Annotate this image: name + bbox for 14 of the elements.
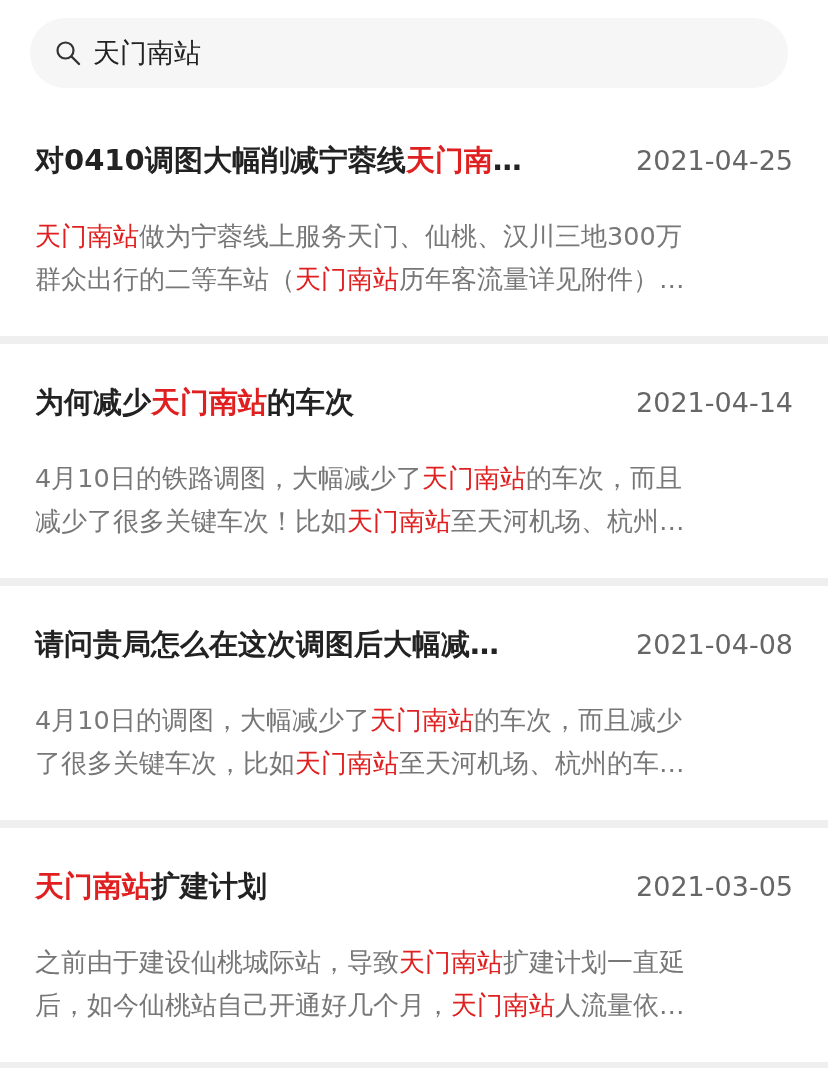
result-title[interactable]: 天门南站扩建计划 (35, 864, 267, 908)
result-title[interactable]: 对0410调图大幅削减宁蓉线天门南… (35, 138, 522, 182)
search-icon (55, 40, 81, 66)
result-date: 2021-04-25 (636, 144, 793, 176)
result-date: 2021-04-14 (636, 386, 793, 418)
result-title[interactable]: 请问贵局怎么在这次调图后大幅减… (35, 622, 499, 666)
result-snippet: 4月10日的铁路调图，大幅减少了天门南站的车次，而且 减少了很多关键车次！比如天门南站至天河机场、杭州… (35, 462, 686, 538)
result-title[interactable]: 为何减少天门南站的车次 (35, 380, 354, 424)
result-snippet: 4月10日的调图，大幅减少了天门南站的车次，而且减少 了很多关键车次，比如天门南站至天河机场、杭州的车… (35, 704, 686, 780)
result-date: 2021-03-05 (636, 870, 793, 902)
result-snippet: 天门南站做为宁蓉线上服务天门、仙桃、汉川三地300万 群众出行的二等车站（天门南站历年客流量详见附件）… (35, 220, 686, 296)
search-field[interactable]: 天门南站 (30, 18, 788, 88)
result-snippet: 之前由于建设仙桃城际站，导致天门南站扩建计划一直延 后，如今仙桃站自己开通好几个月，天门南站人流量依… (35, 946, 686, 1022)
result-date: 2021-04-08 (636, 628, 793, 660)
